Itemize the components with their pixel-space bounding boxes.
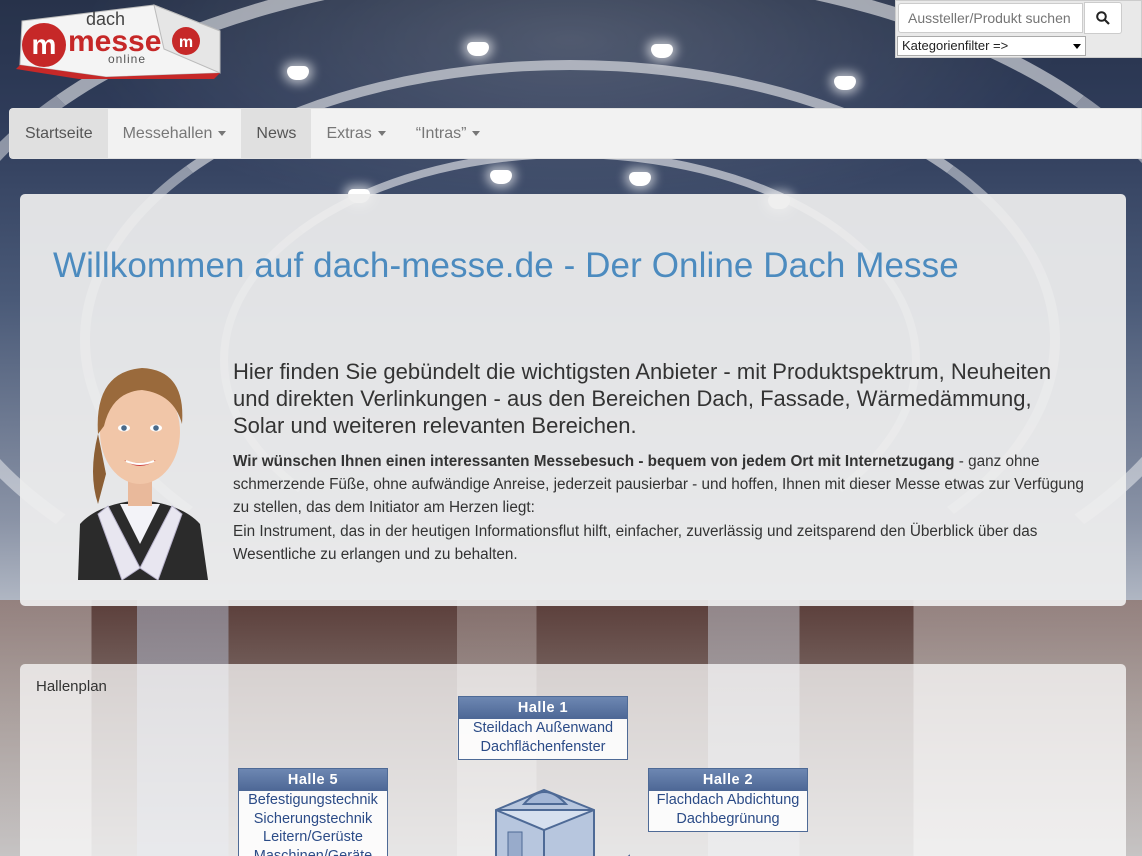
- chevron-down-icon: [1073, 44, 1081, 49]
- category-filter-value: Kategorienfilter =>: [902, 38, 1009, 53]
- intro-second: Ein Instrument, das in der heutigen Info…: [233, 522, 1038, 563]
- category-filter-select[interactable]: Kategorienfilter =>: [897, 36, 1086, 56]
- welcome-panel: Willkommen auf dach-messe.de - Der Onlin…: [20, 194, 1126, 606]
- nav-messehallen[interactable]: Messehallen: [108, 109, 242, 158]
- page-title: Willkommen auf dach-messe.de - Der Onlin…: [53, 246, 959, 285]
- logo-graphic: m dach messe online m: [16, 4, 221, 83]
- hall-1-title: Halle 1: [459, 697, 627, 719]
- hall-1-line: Steildach Außenwand: [472, 720, 614, 736]
- nav-intras[interactable]: “Intras”: [401, 109, 496, 158]
- intro-text: Wir wünschen Ihnen einen interessanten M…: [233, 450, 1103, 566]
- nav-label: “Intras”: [415, 124, 467, 142]
- hallenplan-title: Hallenplan: [36, 678, 107, 695]
- nav-label: News: [256, 124, 297, 142]
- search-button[interactable]: [1084, 2, 1122, 34]
- nav-label: Extras: [326, 124, 372, 142]
- caret-down-icon: [218, 131, 227, 136]
- hall-5[interactable]: Halle 5 Befestigungstechnik Sicherungste…: [238, 768, 388, 856]
- search-icon: [1096, 11, 1110, 25]
- nav-extras[interactable]: Extras: [311, 109, 400, 158]
- nav-startseite[interactable]: Startseite: [10, 109, 108, 158]
- lead-text: Hier finden Sie gebündelt die wichtigste…: [233, 359, 1052, 438]
- nav-news[interactable]: News: [241, 109, 312, 158]
- intro-bold: Wir wünschen Ihnen einen interessanten M…: [233, 453, 955, 470]
- hall-1[interactable]: Halle 1 Steildach Außenwand Dachflächenf…: [458, 696, 628, 760]
- hall-2-line: Dachbegrünung: [676, 810, 780, 827]
- nav-label: Startseite: [25, 124, 93, 142]
- search-input[interactable]: [898, 3, 1083, 33]
- hall-5-line: Befestigungstechnik: [248, 792, 378, 808]
- hall-2[interactable]: Halle 2 Flachdach Abdichtung Dachbegrünu…: [648, 768, 808, 832]
- hallenplan-panel: Hallenplan Halle 1 Steildach Außenwand D…: [20, 664, 1126, 856]
- hall-5-line: Leitern/Gerüste: [263, 829, 363, 845]
- hall-2-title: Halle 2: [649, 769, 807, 791]
- search-box: Kategorienfilter =>: [895, 0, 1142, 58]
- nav-label: Messehallen: [122, 124, 213, 142]
- main-navbar: Startseite Messehallen News Extras “Intr…: [9, 108, 1142, 159]
- hall-5-line: Maschinen/Geräte: [253, 847, 373, 856]
- hall-2-line: Flachdach Abdichtung: [656, 792, 800, 808]
- svg-text:online: online: [108, 52, 146, 66]
- caret-down-icon: [472, 131, 481, 136]
- hall-5-title: Halle 5: [239, 769, 387, 791]
- hostess-portrait: [58, 354, 222, 580]
- svg-text:m: m: [32, 29, 57, 60]
- hall-building-illustration: [495, 788, 630, 856]
- hall-5-line: Sicherungstechnik: [253, 810, 373, 827]
- svg-text:m: m: [179, 34, 193, 51]
- hall-1-line: Dachflächenfenster: [480, 738, 606, 755]
- caret-down-icon: [377, 131, 386, 136]
- site-logo[interactable]: m dach messe online m: [14, 3, 226, 83]
